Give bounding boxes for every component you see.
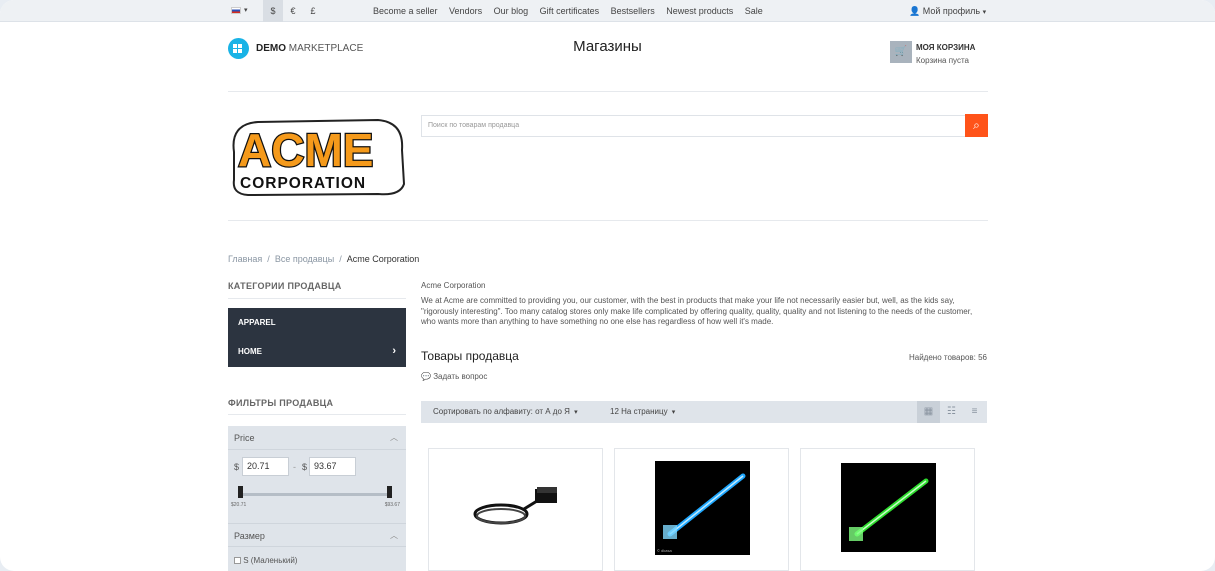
chat-icon: 💬	[421, 372, 431, 381]
cart-icon: 🛒	[890, 41, 912, 63]
user-icon: 👤	[909, 6, 921, 16]
breadcrumb-home[interactable]: Главная	[228, 254, 262, 264]
price-min-input[interactable]: 20.71	[242, 457, 289, 476]
divider	[228, 298, 406, 299]
sort-dropdown[interactable]: Сортировать по алфавиту: от А до Я ▾	[433, 401, 578, 424]
cart-status: Корзина пуста	[916, 56, 969, 65]
list-view-button[interactable]: ☷	[940, 401, 963, 423]
chevron-down-icon: ▾	[982, 9, 987, 16]
compact-view-button[interactable]: ≡	[963, 401, 986, 423]
product-image	[841, 463, 936, 552]
currency-usd[interactable]: $	[263, 0, 283, 22]
product-card[interactable]	[428, 448, 603, 571]
price-max-input[interactable]: 93.67	[309, 457, 356, 476]
product-card[interactable]: © dkasa	[614, 448, 789, 571]
grid-icon: ▦	[923, 406, 934, 417]
category-home-label: HOME	[238, 347, 262, 356]
price-slider-max-handle[interactable]	[387, 486, 392, 498]
currency-symbol: $	[234, 462, 240, 472]
currency-eur[interactable]: €	[283, 0, 303, 22]
filter-panel: Price ︿ $ 20.71 - $ 93.67 $20.71 $93.67 …	[228, 426, 406, 571]
size-option-label: S (Маленький)	[243, 556, 298, 565]
price-max-label: $93.67	[384, 502, 400, 508]
breadcrumb-vendors[interactable]: Все продавцы	[275, 254, 334, 264]
sort-toolbar: Сортировать по алфавиту: от А до Я ▾ 12 …	[421, 401, 987, 423]
ask-question-label: Задать вопрос	[433, 372, 488, 381]
size-option[interactable]: S (Маленький)	[234, 556, 297, 565]
divider	[228, 91, 988, 92]
vendor-description: We at Acme are committed to providing yo…	[421, 296, 973, 326]
top-links: Become a seller Vendors Our blog Gift ce…	[373, 0, 772, 22]
link-sale[interactable]: Sale	[745, 6, 763, 16]
page: ▾ $ € £ Become a seller Vendors Our blog…	[0, 0, 1215, 571]
chevron-right-icon: ›	[392, 345, 396, 357]
svg-text:CORPORATION: CORPORATION	[240, 175, 366, 192]
per-page-label: 12 На страницу	[610, 407, 668, 416]
vendor-search-input[interactable]: Поиск по товарам продавца	[421, 115, 966, 137]
product-image: © dkasa	[655, 461, 750, 555]
product-image	[473, 487, 557, 525]
price-slider-track[interactable]	[241, 493, 391, 496]
search-icon: ⌕	[973, 118, 980, 132]
per-page-dropdown[interactable]: 12 На страницу ▾	[610, 401, 675, 424]
divider	[228, 220, 988, 221]
profile-label: Мой профиль	[922, 6, 981, 16]
page-title: Магазины	[573, 38, 642, 55]
ask-question-link[interactable]: 💬 Задать вопрос	[421, 372, 487, 381]
price-slider-min-handle[interactable]	[238, 486, 243, 498]
category-apparel[interactable]: APPAREL	[228, 308, 406, 337]
search-button[interactable]: ⌕	[965, 114, 988, 137]
svg-text:ACME: ACME	[238, 124, 373, 176]
link-blog[interactable]: Our blog	[494, 6, 529, 16]
products-heading: Товары продавца	[421, 349, 519, 363]
found-count: Найдено товаров: 56	[908, 353, 987, 362]
breadcrumb: Главная / Все продавцы / Acme Corporatio…	[228, 254, 420, 264]
size-filter-header[interactable]: Размер ︿	[228, 523, 406, 547]
cart-widget[interactable]: 🛒 МОЯ КОРЗИНА Корзина пуста	[890, 41, 975, 67]
vendor-name: Acme Corporation	[421, 281, 486, 290]
link-gift-certificates[interactable]: Gift certificates	[540, 6, 600, 16]
currency-symbol: $	[302, 462, 308, 472]
product-card[interactable]	[800, 448, 975, 571]
checkbox[interactable]	[234, 557, 241, 564]
price-filter-header[interactable]: Price ︿	[228, 426, 406, 450]
breadcrumb-current: Acme Corporation	[346, 254, 420, 264]
link-bestsellers[interactable]: Bestsellers	[611, 6, 655, 16]
filters-heading: ФИЛЬТРЫ ПРОДАВЦА	[228, 398, 334, 408]
category-home[interactable]: HOME ›	[228, 337, 406, 366]
link-vendors[interactable]: Vendors	[449, 6, 482, 16]
grid-view-button[interactable]: ▦	[917, 401, 940, 423]
category-list: APPAREL HOME ›	[228, 308, 406, 367]
price-filter-title: Price	[234, 433, 255, 443]
chevron-down-icon: ▾	[669, 409, 676, 416]
language-flag-icon[interactable]	[231, 7, 241, 14]
link-become-seller[interactable]: Become a seller	[373, 6, 438, 16]
profile-menu[interactable]: 👤 Мой профиль ▾	[909, 0, 986, 22]
chevron-up-icon: ︿	[390, 433, 398, 442]
divider	[228, 414, 406, 415]
categories-heading: КАТЕГОРИИ ПРОДАВЦА	[228, 281, 342, 291]
top-bar: ▾ $ € £ Become a seller Vendors Our blog…	[0, 0, 1215, 22]
sort-label: Сортировать по алфавиту: от А до Я	[433, 407, 570, 416]
list-icon: ☷	[947, 406, 956, 417]
link-newest[interactable]: Newest products	[666, 6, 733, 16]
price-min-label: $20.71	[231, 502, 247, 508]
size-filter-title: Размер	[234, 531, 265, 541]
svg-text:© dkasa: © dkasa	[657, 548, 673, 553]
chevron-down-icon: ▾	[572, 409, 578, 416]
vendor-logo: ACME CORPORATION	[232, 118, 406, 197]
compact-list-icon: ≡	[971, 406, 978, 417]
range-separator: -	[293, 462, 296, 472]
currency-gbp[interactable]: £	[303, 0, 323, 22]
chevron-up-icon: ︿	[390, 531, 398, 540]
cart-title: МОЯ КОРЗИНА	[916, 43, 976, 52]
chevron-down-icon[interactable]: ▾	[244, 6, 248, 14]
